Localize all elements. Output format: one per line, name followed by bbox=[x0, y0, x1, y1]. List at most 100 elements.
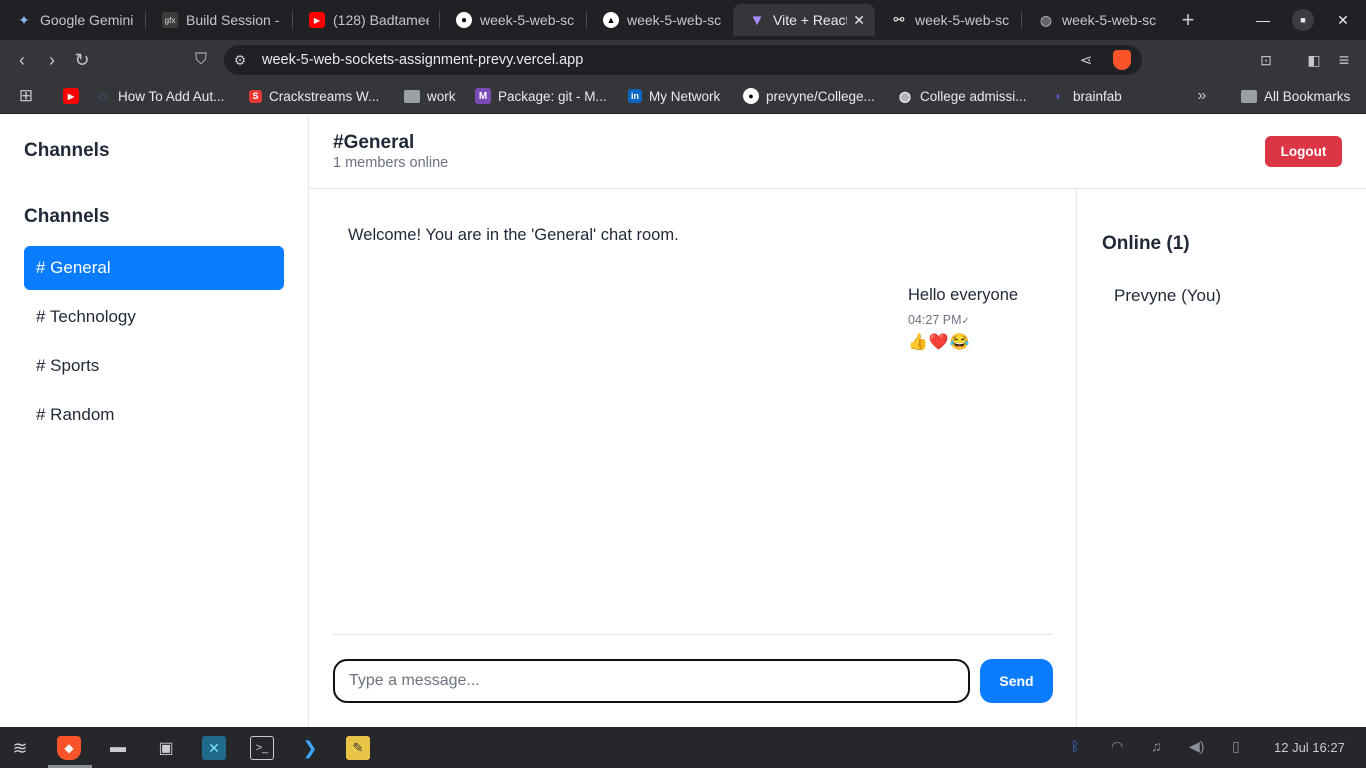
message-time: 04:27 PM bbox=[908, 313, 962, 327]
close-window-button[interactable]: ✕ bbox=[1323, 0, 1363, 40]
all-bookmarks-label: All Bookmarks bbox=[1264, 88, 1351, 104]
extensions-icon[interactable]: ⊡ bbox=[1254, 48, 1278, 72]
github-icon: ● bbox=[456, 12, 472, 28]
tab-render[interactable]: ⚯ week-5-web-sc bbox=[875, 4, 1021, 36]
channel-general[interactable]: # General bbox=[24, 246, 284, 290]
bookmark-how-to-add[interactable]: ◌ How To Add Aut... bbox=[95, 87, 225, 105]
sidebar-title: Channels bbox=[24, 140, 110, 161]
new-tab-button[interactable]: + bbox=[1172, 4, 1204, 36]
folder-icon bbox=[404, 89, 420, 103]
tab-google-gemini[interactable]: ✦ Google Gemini bbox=[0, 4, 145, 36]
bookmark-label: College admissi... bbox=[920, 88, 1027, 104]
composer-divider bbox=[333, 634, 1053, 635]
channel-sports[interactable]: # Sports bbox=[24, 344, 284, 388]
bookmark-prevyne-college[interactable]: ● prevyne/College... bbox=[743, 87, 875, 105]
vercel-icon: ▲ bbox=[603, 12, 619, 28]
bookmark-label: Package: git - M... bbox=[498, 88, 607, 104]
tab-title: week-5-web-sc bbox=[627, 12, 722, 28]
tab-title: Google Gemini bbox=[40, 12, 134, 28]
bookmark-label: prevyne/College... bbox=[766, 88, 875, 104]
apps-grid-icon[interactable]: ⊞ bbox=[14, 84, 38, 108]
brainfab-icon: ◗ bbox=[1054, 89, 1062, 103]
welcome-message: Welcome! You are in the 'General' chat r… bbox=[348, 226, 679, 244]
bookmark-youtube[interactable]: ▶ bbox=[63, 87, 86, 105]
tab-vite-react[interactable]: ▼ Vite + React ✕ bbox=[733, 4, 875, 36]
sidebar-toggle-icon[interactable]: ◧ bbox=[1302, 48, 1326, 72]
tab-globe[interactable]: ◍ week-5-web-sc bbox=[1022, 4, 1168, 36]
wifi-icon[interactable]: ◠ bbox=[1111, 738, 1123, 755]
tab-youtube[interactable]: ▶ (128) Badtamee bbox=[293, 4, 439, 36]
bookmark-crackstreams[interactable]: S Crackstreams W... bbox=[249, 87, 379, 105]
bluetooth-icon[interactable]: ᛒ bbox=[1071, 738, 1079, 754]
restore-button[interactable]: ■ bbox=[1283, 0, 1323, 40]
folder-icon bbox=[1241, 89, 1257, 103]
bookmark-package-git[interactable]: M Package: git - M... bbox=[475, 87, 607, 105]
blue-logo-icon: ◌ bbox=[98, 88, 108, 104]
bookmark-label: My Network bbox=[649, 88, 721, 104]
tab-title: week-5-web-sc bbox=[915, 12, 1010, 28]
volume-icon[interactable]: ◀) bbox=[1189, 738, 1204, 755]
terminal-icon[interactable]: >_ bbox=[250, 736, 274, 760]
room-header: #General 1 members online Logout bbox=[309, 115, 1366, 189]
bookmark-label: How To Add Aut... bbox=[118, 88, 225, 104]
notification-bell-icon[interactable]: ♫ bbox=[1151, 738, 1162, 754]
share-icon[interactable]: ⋖ bbox=[1074, 48, 1098, 72]
minimize-button[interactable]: — bbox=[1243, 0, 1283, 40]
room-title: #General bbox=[333, 132, 415, 153]
store-app-icon[interactable]: ▣ bbox=[154, 736, 178, 760]
bookmark-label: work bbox=[427, 88, 456, 104]
channels-section-title: Channels bbox=[24, 206, 110, 227]
back-icon[interactable]: ‹ bbox=[10, 48, 34, 72]
start-menu-icon[interactable]: ≋ bbox=[8, 736, 32, 760]
m-logo-icon: M bbox=[475, 88, 491, 104]
vscode-icon[interactable]: ❯ bbox=[298, 736, 322, 760]
all-bookmarks-folder[interactable]: All Bookmarks bbox=[1241, 87, 1350, 105]
tab-title: Build Session - bbox=[186, 12, 280, 28]
bookmark-work-folder[interactable]: work bbox=[404, 87, 456, 105]
message-input[interactable] bbox=[333, 659, 970, 703]
github-icon: ● bbox=[743, 88, 759, 104]
battery-icon[interactable]: ▯ bbox=[1232, 738, 1240, 755]
channel-technology[interactable]: # Technology bbox=[24, 295, 284, 339]
s-logo-icon: S bbox=[249, 89, 262, 103]
tab-title: Vite + React bbox=[773, 12, 848, 28]
channel-random[interactable]: # Random bbox=[24, 393, 284, 437]
close-tab-icon[interactable]: ✕ bbox=[853, 12, 865, 29]
more-bookmarks-icon[interactable]: » bbox=[1190, 84, 1214, 108]
read-check-icon: ✓ bbox=[961, 316, 970, 327]
screenshot-app-icon[interactable]: ✕ bbox=[202, 736, 226, 760]
tab-github[interactable]: ● week-5-web-sc bbox=[440, 4, 586, 36]
bookmark-icon[interactable]: ⛉ bbox=[189, 48, 213, 72]
tab-build-session[interactable]: gfx Build Session - bbox=[146, 4, 292, 36]
online-title: Online (1) bbox=[1102, 233, 1190, 254]
menu-icon[interactable]: ≡ bbox=[1332, 48, 1356, 72]
youtube-icon: ▶ bbox=[63, 88, 79, 104]
globe-icon: ◍ bbox=[898, 87, 912, 104]
hammer-app-icon[interactable]: ▬ bbox=[106, 736, 130, 760]
logout-button[interactable]: Logout bbox=[1265, 136, 1342, 167]
tab-vercel[interactable]: ▲ week-5-web-sc bbox=[587, 4, 733, 36]
vite-icon: ▼ bbox=[749, 11, 765, 29]
message-text: Hello everyone bbox=[908, 286, 1019, 304]
channels-sidebar: Channels Channels # General # Technology… bbox=[0, 115, 309, 727]
send-button[interactable]: Send bbox=[980, 659, 1053, 703]
bookmark-college-admission[interactable]: ◍ College admissi... bbox=[897, 87, 1027, 105]
forward-icon[interactable]: › bbox=[40, 48, 64, 72]
bookmark-label: brainfab bbox=[1073, 88, 1122, 104]
brave-shields-icon[interactable] bbox=[1113, 50, 1131, 70]
youtube-icon: ▶ bbox=[309, 12, 325, 28]
site-settings-icon[interactable]: ⚙ bbox=[228, 48, 252, 72]
message-timestamp: 04:27 PM✓ bbox=[908, 313, 970, 327]
tab-title: week-5-web-sc bbox=[480, 12, 575, 28]
reload-icon[interactable]: ↻ bbox=[70, 48, 94, 72]
render-icon: ⚯ bbox=[893, 12, 905, 27]
brave-browser-icon[interactable]: ◆ bbox=[57, 736, 81, 760]
bookmark-brainfab[interactable]: ◗ brainfab bbox=[1050, 87, 1122, 105]
globe-icon: ◍ bbox=[1039, 11, 1053, 28]
bookmark-my-network[interactable]: in My Network bbox=[628, 87, 720, 105]
message-reactions[interactable]: 👍❤️😂 bbox=[908, 332, 971, 352]
taskbar-clock[interactable]: 12 Jul 16:27 bbox=[1274, 740, 1345, 755]
online-user-item: Prevyne (You) bbox=[1114, 286, 1222, 305]
notes-app-icon[interactable]: ✎ bbox=[346, 736, 370, 760]
url-text[interactable]: week-5-web-sockets-assignment-prevy.verc… bbox=[262, 52, 583, 68]
